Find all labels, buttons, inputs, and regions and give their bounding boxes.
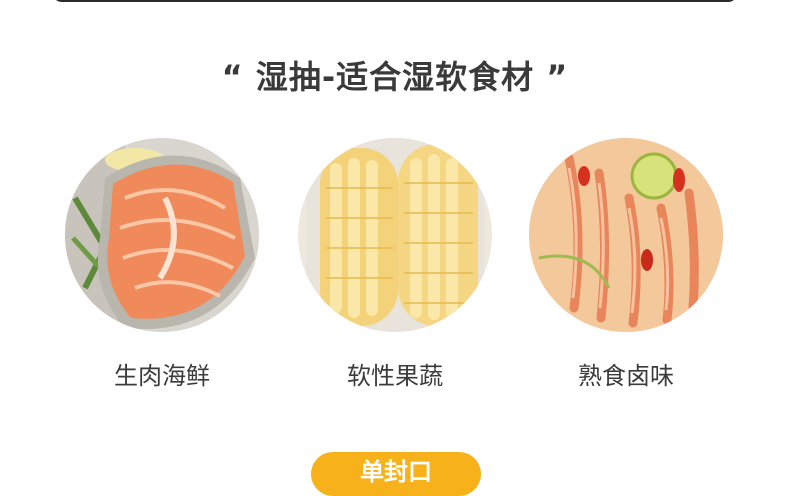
item-label: 软性果蔬 (347, 362, 443, 390)
single-seal-tab[interactable]: 单封口 (311, 452, 481, 496)
food-item-cooked-marinated: 熟食卤味 (526, 138, 726, 391)
marinated-shrimp-image (529, 138, 723, 332)
item-label: 生肉海鲜 (114, 362, 210, 390)
food-item-raw-meat-seafood: 生肉海鲜 (62, 138, 262, 391)
previous-image-edge (52, 0, 738, 2)
food-item-soft-produce: 软性果蔬 (295, 138, 495, 391)
salmon-steak-image (65, 138, 259, 332)
item-label: 熟食卤味 (578, 362, 674, 390)
sweet-corn-image (298, 138, 492, 332)
section-title: “ 湿抽-适合湿软食材 ” (221, 58, 569, 96)
